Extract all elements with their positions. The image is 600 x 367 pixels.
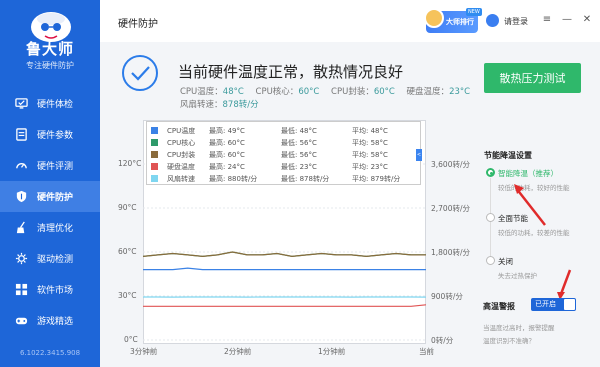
nav-label: 硬件评测 bbox=[37, 162, 74, 172]
series-line-CPU封装 bbox=[143, 251, 426, 258]
temperature-readings: CPU温度：48°C CPU核心：60°C CPU封装：60°C 硬盘温度：23… bbox=[180, 86, 479, 112]
top-bar: 硬件防护 大师排行 NEW 请登录 ≡ — ✕ bbox=[100, 0, 600, 42]
y-right-tick: 3,600转/分 bbox=[431, 160, 470, 169]
reading-cpu-temp: CPU温度：48°C bbox=[180, 87, 244, 97]
page-title: 硬件防护 bbox=[118, 19, 158, 30]
legend-swatch bbox=[151, 151, 158, 158]
reading-disk-temp: 硬盘温度：23°C bbox=[406, 87, 471, 97]
driver-icon bbox=[15, 252, 28, 265]
nav-item-cleanup[interactable]: 清理优化 bbox=[0, 212, 100, 243]
legend-row-disk-temp: 硬盘温度 最高: 24°C 最低: 23°C 平均: 23°C bbox=[147, 161, 420, 173]
nav-menu: 硬件体检 硬件参数 硬件评测 硬件防护 清理优化 驱动检测 软件市场 游戏精选 bbox=[0, 88, 100, 336]
status-ok-icon bbox=[122, 55, 158, 91]
legend-collapse-tab[interactable]: < bbox=[416, 149, 422, 161]
reading-fan-speed: 风扇转速：878转/分 bbox=[180, 100, 259, 110]
alarm-toggle[interactable]: 已开启 bbox=[531, 298, 576, 311]
nav-item-hardware-protection[interactable]: 硬件防护 bbox=[0, 181, 100, 212]
legend-row-cpu-temp: CPU温度 最高: 49°C 最低: 48°C 平均: 48°C bbox=[147, 125, 420, 137]
master-avatar-icon bbox=[424, 8, 444, 28]
x-tick: 2分钟前 bbox=[224, 347, 252, 356]
nav-label: 清理优化 bbox=[37, 224, 74, 234]
menu-button[interactable]: ≡ bbox=[540, 14, 554, 25]
legend-row-cpu-package: CPU封装 最高: 60°C 最低: 56°C 平均: 58°C bbox=[147, 149, 420, 161]
nav-label: 软件市场 bbox=[37, 286, 74, 296]
legend-swatch bbox=[151, 163, 158, 170]
nav-item-app-market[interactable]: 软件市场 bbox=[0, 274, 100, 305]
game-icon bbox=[15, 317, 28, 325]
nav-label: 硬件参数 bbox=[37, 131, 74, 141]
y-right-tick: 900转/分 bbox=[431, 292, 463, 301]
temp-accuracy-link[interactable]: 温度识别不准确？ bbox=[483, 335, 535, 345]
nav-label: 硬件体检 bbox=[37, 100, 74, 110]
chart-legend: CPU温度 最高: 49°C 最低: 48°C 平均: 48°C CPU核心 最… bbox=[146, 121, 421, 185]
sidebar: 鲁大师 专注硬件防护 硬件体检 硬件参数 硬件评测 硬件防护 清理优化 驱动检测 bbox=[0, 0, 100, 367]
option-desc: 失去过热保护 bbox=[498, 272, 537, 280]
reading-cpu-package: CPU封装：60°C bbox=[331, 87, 395, 97]
nav-label: 驱动检测 bbox=[37, 255, 74, 265]
new-tag: NEW bbox=[466, 8, 482, 16]
y-left-tick: 0°C bbox=[124, 335, 138, 344]
option-smart-cooling[interactable]: 智能降温（推荐） bbox=[498, 168, 558, 179]
legend-row-fan-speed: 风扇转速 最高: 880转/分 最低: 878转/分 平均: 879转/分 bbox=[147, 173, 420, 185]
series-line-硬盘温度 bbox=[143, 304, 426, 307]
y-left-tick: 30°C bbox=[118, 291, 137, 300]
y-right-tick: 2,700转/分 bbox=[431, 204, 470, 213]
nav-item-hardware-checkup[interactable]: 硬件体检 bbox=[0, 88, 100, 119]
toggle-knob bbox=[564, 299, 575, 310]
login-link[interactable]: 请登录 bbox=[504, 16, 528, 27]
radio-smart-cooling[interactable] bbox=[486, 168, 495, 177]
radio-off[interactable] bbox=[486, 256, 495, 265]
alarm-label: 高温警报 bbox=[483, 302, 515, 311]
series-line-CPU温度 bbox=[143, 267, 426, 271]
nav-item-driver-detect[interactable]: 驱动检测 bbox=[0, 243, 100, 274]
x-tick: 1分钟前 bbox=[318, 347, 346, 356]
radio-full-saving[interactable] bbox=[486, 213, 495, 222]
nav-label: 硬件防护 bbox=[37, 193, 74, 203]
y-right-tick: 1,800转/分 bbox=[431, 248, 470, 257]
legend-swatch bbox=[151, 127, 158, 134]
reading-cpu-core: CPU核心：60°C bbox=[255, 87, 320, 97]
annotation-arrow-icon bbox=[557, 269, 572, 300]
option-off[interactable]: 关闭 bbox=[498, 256, 513, 267]
nav-item-games[interactable]: 游戏精选 bbox=[0, 305, 100, 336]
x-tick: 当前 bbox=[419, 347, 434, 356]
app-market-icon bbox=[15, 283, 28, 296]
y-left-tick: 60°C bbox=[118, 247, 137, 256]
energy-settings-title: 节能降温设置 bbox=[484, 151, 532, 160]
user-avatar-icon[interactable] bbox=[486, 14, 499, 27]
legend-swatch bbox=[151, 139, 158, 146]
nav-label: 游戏精选 bbox=[37, 317, 74, 327]
y-left-tick: 120°C bbox=[118, 159, 142, 168]
app-version: 6.1022.3415.908 bbox=[19, 349, 81, 357]
legend-row-cpu-core: CPU核心 最高: 60°C 最低: 56°C 平均: 58°C bbox=[147, 137, 420, 149]
nav-item-hardware-params[interactable]: 硬件参数 bbox=[0, 119, 100, 150]
y-left-tick: 90°C bbox=[118, 203, 137, 212]
alarm-state: 已开启 bbox=[535, 300, 556, 308]
x-tick: 3分钟前 bbox=[130, 347, 158, 356]
brand-name: 鲁大师 bbox=[25, 40, 74, 58]
benchmark-icon bbox=[16, 163, 27, 169]
alarm-hint: 当温度过高时，报警提醒 bbox=[483, 324, 555, 332]
brand-tagline: 专注硬件防护 bbox=[26, 61, 74, 70]
shield-icon bbox=[16, 190, 27, 203]
monitor-check-icon bbox=[15, 98, 28, 109]
legend-swatch bbox=[151, 175, 158, 182]
minimize-button[interactable]: — bbox=[560, 14, 574, 25]
stress-test-button[interactable]: 散热压力测试 bbox=[484, 63, 581, 93]
nav-item-benchmark[interactable]: 硬件评测 bbox=[0, 150, 100, 181]
y-right-tick: 0转/分 bbox=[431, 336, 454, 345]
broom-icon bbox=[16, 221, 25, 234]
status-title: 当前硬件温度正常，散热情况良好 bbox=[178, 63, 404, 81]
close-button[interactable]: ✕ bbox=[580, 14, 594, 25]
hardware-params-icon bbox=[16, 128, 27, 141]
annotation-arrow-icon bbox=[514, 184, 546, 226]
